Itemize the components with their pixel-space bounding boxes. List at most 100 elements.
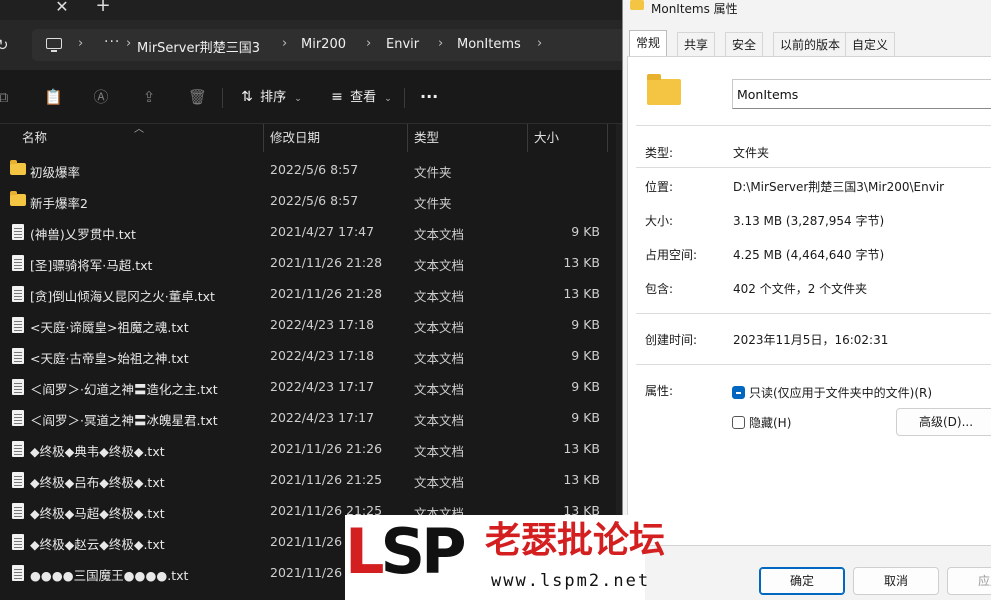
watermark-site-name: 老瑟批论坛 — [485, 520, 666, 561]
breadcrumb-monitems[interactable]: MonItems — [457, 37, 521, 52]
divider — [636, 125, 991, 126]
folder-icon — [647, 74, 681, 105]
more-breadcrumbs-icon[interactable]: ··· — [104, 34, 120, 50]
tab-sharing[interactable]: 共享 — [677, 32, 716, 56]
tab-strip: ✕ + — [0, 0, 622, 20]
file-name: ●●●●三国魔王●●●●.txt — [30, 568, 189, 583]
chevron-right-icon[interactable]: › — [438, 36, 443, 51]
file-type: 文本文档 — [414, 351, 465, 366]
file-size: 9 KB — [571, 348, 600, 363]
readonly-label[interactable]: 只读(仅应用于文件夹中的文件)(R) — [749, 384, 932, 401]
breadcrumb-envir[interactable]: Envir — [386, 37, 419, 52]
this-pc-icon[interactable] — [46, 38, 62, 52]
close-tab-icon[interactable]: ✕ — [50, 0, 74, 18]
disk-size-label: 占用空间: — [645, 248, 698, 262]
tab-security[interactable]: 安全 — [725, 32, 764, 56]
file-row[interactable]: [贪]倒山倾海乂昆冈之火·董卓.txt 2021/11/26 21:28 文本文档 1… — [0, 279, 622, 310]
watermark-brand: LSP — [345, 515, 467, 588]
file-name: 初级爆率 — [30, 165, 81, 180]
tab-customize[interactable]: 自定义 — [845, 32, 896, 56]
column-header-type[interactable]: 类型 — [408, 124, 528, 152]
new-tab-icon[interactable]: + — [92, 0, 114, 17]
file-row[interactable]: ＜阎罗＞·冥道之神〓冰魄星君.txt 2022/4/23 17:17 文本文档 9 K… — [0, 403, 622, 434]
file-row[interactable]: <天庭·谛魇皇>祖魔之魂.txt 2022/4/23 17:18 文本文档 9 KB — [0, 310, 622, 341]
file-type: 文本文档 — [414, 289, 465, 304]
file-date: 2021/11/26 21:26 — [270, 441, 383, 456]
advanced-button[interactable]: 高级(D)... — [896, 408, 991, 436]
hidden-label[interactable]: 隐藏(H) — [749, 414, 791, 431]
file-date: 2022/4/23 17:17 — [270, 379, 375, 394]
column-header-size[interactable]: 大小 — [528, 124, 608, 152]
sort-button[interactable]: ⇅ 排序 ⌄ — [238, 86, 302, 108]
paste-icon[interactable]: 📋 — [44, 88, 63, 106]
chevron-right-icon[interactable]: › — [366, 36, 371, 51]
file-name: (神兽)乂罗贯中.txt — [30, 227, 136, 242]
ok-button[interactable]: 确定 — [759, 567, 845, 595]
cancel-button[interactable]: 取消 — [853, 567, 939, 595]
delete-icon[interactable]: 🗑 — [188, 88, 207, 106]
size-label: 大小: — [645, 214, 674, 228]
tab-general[interactable]: 常规 — [629, 30, 668, 56]
copy-icon[interactable]: ⧉ — [0, 88, 12, 106]
rename-icon[interactable]: Ⓐ — [92, 88, 110, 106]
column-date-label: 修改日期 — [270, 130, 321, 145]
chevron-right-icon[interactable]: › — [78, 36, 83, 51]
file-list-header: 名称 ︿ 修改日期 类型 大小 — [0, 124, 622, 152]
chevron-right-icon[interactable]: › — [537, 36, 542, 51]
file-row[interactable]: ◆终极◆吕布◆终极◆.txt 2021/11/26 21:25 文本文档 13 KB — [0, 465, 622, 496]
file-row[interactable]: <天庭·古帝皇>始祖之神.txt 2022/4/23 17:18 文本文档 9 KB — [0, 341, 622, 372]
watermark-url: www.lspm2.net — [491, 571, 651, 591]
text-file-icon — [12, 410, 24, 426]
type-value: 文件夹 — [733, 146, 770, 160]
file-type: 文本文档 — [414, 320, 465, 335]
column-type-label: 类型 — [414, 130, 440, 145]
contains-label: 包含: — [645, 282, 674, 296]
folder-name-input[interactable] — [732, 79, 991, 109]
sort-ascending-icon: ︿ — [134, 124, 144, 135]
file-type: 文本文档 — [414, 475, 465, 490]
address-bar[interactable]: › ··· › MirServer荆楚三国3 › Mir200 › Envir … — [32, 29, 622, 61]
file-name: ＜阎罗＞·冥道之神〓冰魄星君.txt — [30, 413, 218, 428]
column-header-date[interactable]: 修改日期 — [264, 124, 408, 152]
file-row[interactable]: 新手爆率2 2022/5/6 8:57 文件夹 — [0, 186, 622, 217]
toolbar-divider — [404, 88, 405, 108]
file-size: 13 KB — [563, 441, 600, 456]
readonly-checkbox[interactable] — [732, 386, 745, 399]
refresh-icon[interactable]: ↻ — [0, 36, 9, 54]
file-name: 新手爆率2 — [30, 196, 88, 211]
chevron-right-icon[interactable]: › — [126, 36, 131, 51]
more-options-button[interactable]: ··· — [420, 86, 438, 108]
created-value: 2023年11月5日，16:02:31 — [733, 333, 889, 347]
file-row[interactable]: 初级爆率 2022/5/6 8:57 文件夹 — [0, 155, 622, 186]
file-row[interactable]: ◆终极◆典韦◆终极◆.txt 2021/11/26 21:26 文本文档 13 KB — [0, 434, 622, 465]
file-name: [贪]倒山倾海乂昆冈之火·董卓.txt — [30, 289, 215, 304]
dialog-titlebar[interactable]: MonItems 属性 — [623, 0, 991, 20]
text-file-icon — [12, 503, 24, 519]
column-size-label: 大小 — [534, 130, 560, 145]
file-name: <天庭·谛魇皇>祖魔之魂.txt — [30, 320, 189, 335]
breadcrumb-mirserver[interactable]: MirServer荆楚三国3 — [137, 37, 260, 56]
file-date: 2022/5/6 8:57 — [270, 162, 359, 177]
file-type: 文本文档 — [414, 444, 465, 459]
toolbar-divider — [222, 88, 223, 108]
chevron-right-icon[interactable]: › — [282, 36, 287, 51]
file-row[interactable]: [圣]骠骑将军·马超.txt 2021/11/26 21:28 文本文档 13 KB — [0, 248, 622, 279]
disk-size-value: 4.25 MB (4,464,640 字节) — [733, 248, 885, 262]
apply-button[interactable]: 应用 — [947, 567, 991, 595]
tab-previous-versions[interactable]: 以前的版本 — [773, 32, 848, 56]
attributes-label: 属性: — [645, 384, 674, 398]
size-value: 3.13 MB (3,287,954 字节) — [733, 214, 885, 228]
column-name-label: 名称 — [22, 130, 48, 145]
general-tab-panel: 类型: 文件夹 位置: D:\MirServer荆楚三国3\Mir200\Env… — [627, 56, 991, 546]
file-row[interactable]: ＜阎罗＞·幻道之神〓造化之主.txt 2022/4/23 17:17 文本文档 9 K… — [0, 372, 622, 403]
folder-icon — [10, 191, 26, 206]
file-date: 2021/11/26 — [270, 534, 343, 549]
text-file-icon — [12, 348, 24, 364]
file-row[interactable]: (神兽)乂罗贯中.txt 2021/4/27 17:47 文本文档 9 KB — [0, 217, 622, 248]
breadcrumb-mir200[interactable]: Mir200 — [301, 37, 346, 52]
view-button[interactable]: ≡ 查看 ⌄ — [328, 86, 392, 108]
share-icon[interactable]: ⇪ — [140, 88, 158, 106]
file-size: 9 KB — [571, 224, 600, 239]
location-label: 位置: — [645, 180, 674, 194]
hidden-checkbox[interactable] — [732, 416, 745, 429]
